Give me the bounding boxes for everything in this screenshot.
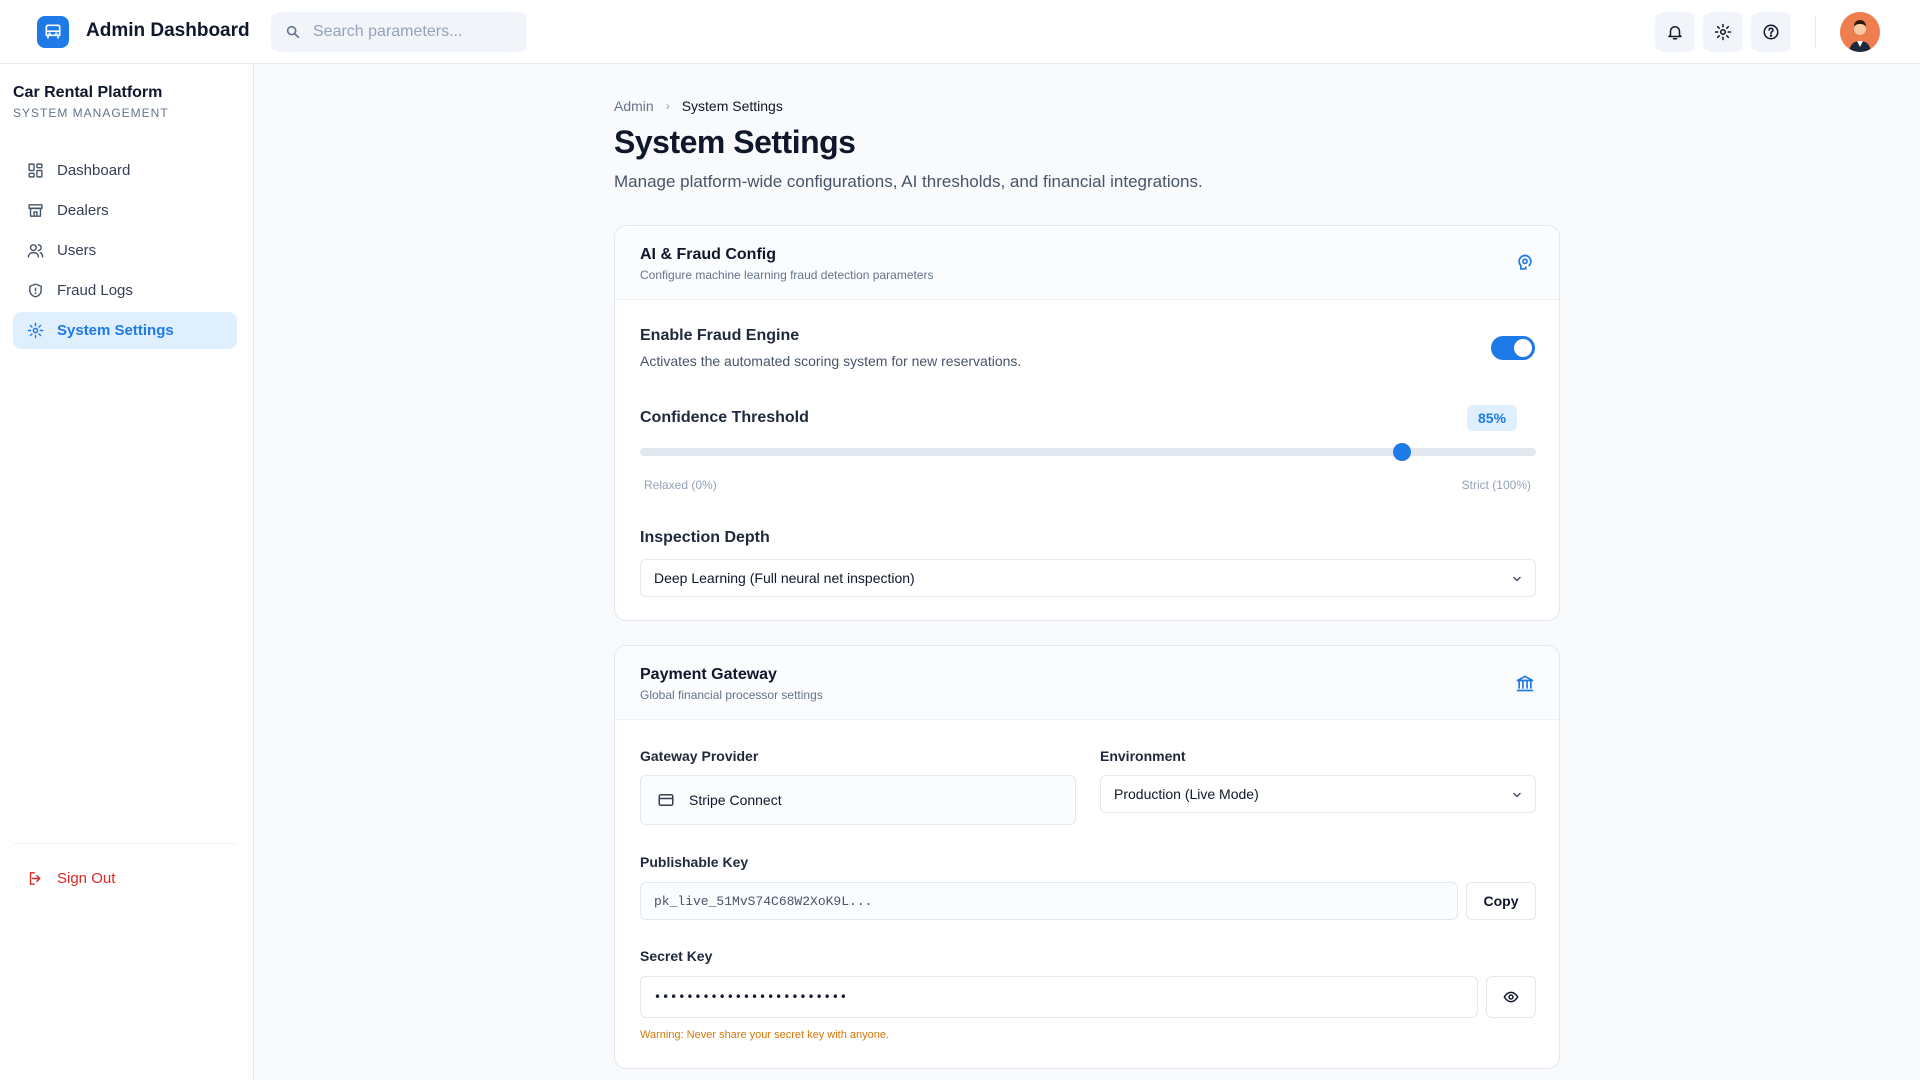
eye-icon: [1503, 991, 1519, 1003]
sidebar: Car Rental Platform SYSTEM MANAGEMENT Da…: [0, 64, 254, 1080]
slider-min-label: Relaxed (0%): [644, 478, 717, 492]
users-icon: [27, 244, 44, 258]
fraud-engine-label: Enable Fraud Engine: [640, 327, 800, 344]
store-icon: [28, 204, 43, 217]
secret-key-field[interactable]: ••••••••••••••••••••••••: [640, 976, 1478, 1018]
sidebar-item-label: Users: [57, 242, 97, 259]
confidence-threshold-label: Confidence Threshold: [640, 409, 809, 426]
payment-card-title: Payment Gateway: [640, 666, 777, 683]
notifications-button[interactable]: [1655, 12, 1695, 52]
environment-value: Production (Live Mode): [1114, 786, 1259, 802]
sidebar-nav: Dashboard Dealers Users Fraud Logs Syste…: [13, 152, 237, 352]
ai-card-title: AI & Fraud Config: [640, 246, 776, 263]
shield-icon: [29, 283, 42, 298]
top-bar: Admin Dashboard: [0, 0, 1920, 64]
sign-out-button[interactable]: Sign Out: [13, 860, 237, 896]
help-button[interactable]: [1751, 12, 1791, 52]
gateway-provider-value: Stripe Connect: [689, 792, 782, 808]
payment-card-header: Payment Gateway Global financial process…: [615, 646, 1559, 720]
page-description: Manage platform-wide configurations, AI …: [614, 172, 1203, 191]
chevron-right-icon: ›: [665, 99, 670, 113]
slider-max-label: Strict (100%): [1461, 478, 1531, 492]
payment-gateway-card: Payment Gateway Global financial process…: [614, 645, 1560, 1069]
sidebar-item-fraud-logs[interactable]: Fraud Logs: [13, 272, 237, 309]
ai-fraud-card: AI & Fraud Config Configure machine lear…: [614, 225, 1560, 621]
gateway-provider-field[interactable]: Stripe Connect: [640, 775, 1076, 825]
app-title: Admin Dashboard: [86, 20, 250, 41]
ai-card-subtitle: Configure machine learning fraud detecti…: [640, 268, 934, 282]
chevron-down-icon: [1513, 792, 1521, 798]
fraud-engine-toggle[interactable]: [1491, 336, 1535, 360]
header-divider: [1815, 16, 1816, 48]
avatar[interactable]: [1840, 12, 1880, 52]
settings-button[interactable]: [1703, 12, 1743, 52]
publishable-key-value: pk_live_51MvS74C68W2XoK9L...: [654, 893, 873, 909]
bell-icon: [1668, 26, 1682, 40]
environment-label: Environment: [1100, 748, 1186, 764]
sign-out-label: Sign Out: [57, 869, 116, 887]
brain-icon: [1518, 254, 1532, 270]
page-title: System Settings: [614, 124, 856, 160]
logout-icon: [29, 871, 41, 885]
search-icon: [286, 25, 300, 39]
sidebar-item-system-settings[interactable]: System Settings: [13, 312, 237, 349]
help-icon: [1763, 24, 1779, 40]
credit-card-icon: [658, 794, 674, 806]
copy-key-button[interactable]: Copy: [1466, 882, 1536, 920]
sidebar-item-label: System Settings: [57, 322, 174, 339]
threshold-slider-thumb[interactable]: [1392, 443, 1411, 461]
secret-key-value: ••••••••••••••••••••••••: [654, 990, 848, 1004]
gear-icon: [27, 322, 44, 339]
search-input[interactable]: [313, 23, 513, 41]
fraud-engine-description: Activates the automated scoring system f…: [640, 353, 1022, 369]
breadcrumb: Admin › System Settings: [614, 98, 783, 114]
gateway-provider-label: Gateway Provider: [640, 748, 759, 764]
sidebar-item-dashboard[interactable]: Dashboard: [13, 152, 237, 189]
sidebar-item-label: Dealers: [57, 202, 109, 219]
gear-icon: [1714, 23, 1732, 41]
publishable-key-field[interactable]: pk_live_51MvS74C68W2XoK9L...: [640, 882, 1458, 920]
inspection-depth-select[interactable]: Deep Learning (Full neural net inspectio…: [640, 559, 1536, 597]
sidebar-item-dealers[interactable]: Dealers: [13, 192, 237, 229]
inspection-depth-value: Deep Learning (Full neural net inspectio…: [654, 570, 915, 586]
toggle-knob: [1514, 339, 1532, 357]
search-bar[interactable]: [271, 12, 527, 52]
breadcrumb-admin[interactable]: Admin: [614, 98, 654, 114]
publishable-key-label: Publishable Key: [640, 854, 749, 870]
platform-subtitle: SYSTEM MANAGEMENT: [13, 106, 169, 120]
bank-icon: [1516, 675, 1534, 692]
sidebar-item-users[interactable]: Users: [13, 232, 237, 269]
car-logo-icon: [37, 16, 69, 48]
sidebar-divider: [13, 843, 237, 844]
reveal-secret-button[interactable]: [1486, 976, 1536, 1018]
grid-icon: [28, 163, 43, 178]
sidebar-item-label: Dashboard: [57, 162, 131, 179]
sidebar-item-label: Fraud Logs: [57, 282, 133, 299]
environment-select[interactable]: Production (Live Mode): [1100, 775, 1536, 813]
breadcrumb-current: System Settings: [681, 98, 783, 114]
platform-name: Car Rental Platform: [13, 84, 163, 101]
chevron-down-icon: [1513, 576, 1521, 582]
threshold-value-badge: 85%: [1467, 405, 1518, 431]
payment-card-subtitle: Global financial processor settings: [640, 688, 823, 702]
inspection-depth-label: Inspection Depth: [640, 529, 770, 546]
secret-key-label: Secret Key: [640, 948, 713, 964]
ai-card-header: AI & Fraud Config Configure machine lear…: [615, 226, 1559, 300]
secret-key-warning: Warning: Never share your secret key wit…: [640, 1029, 890, 1041]
